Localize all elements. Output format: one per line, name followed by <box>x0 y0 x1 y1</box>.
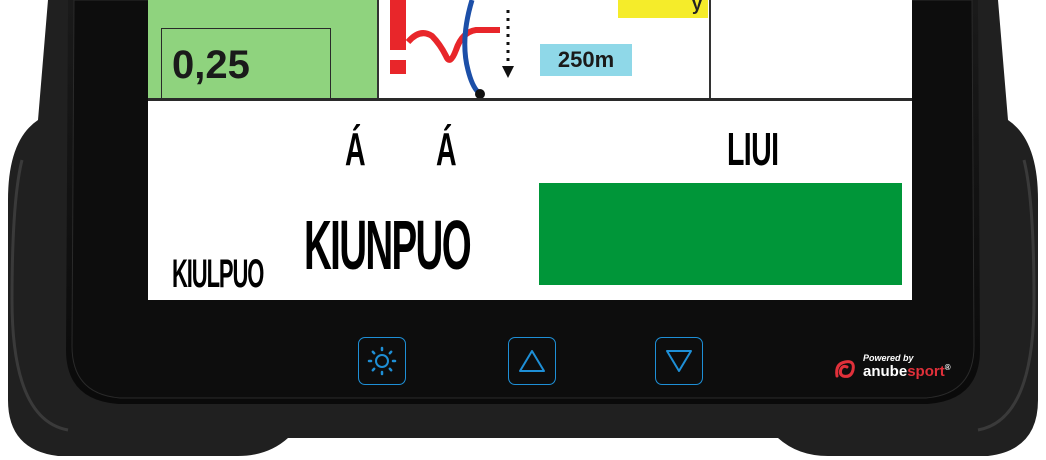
label-small-value: KIULPUO <box>172 252 264 296</box>
brightness-icon <box>367 346 397 376</box>
brand-powered-by: Powered by <box>863 353 914 363</box>
yellow-tag-text: y <box>691 0 702 14</box>
down-button[interactable] <box>655 337 703 385</box>
up-button[interactable] <box>508 337 556 385</box>
brand-name: anubesport® <box>863 363 951 380</box>
brand-name-part1: anube <box>863 363 908 380</box>
label-a-2: Á <box>436 123 457 175</box>
brand-registered-mark: ® <box>944 363 951 372</box>
brand-name-part2: sport <box>907 363 945 380</box>
arrow-down-icon <box>502 66 514 78</box>
label-large-value: KIUNPUO <box>304 206 472 284</box>
route-line <box>462 0 480 94</box>
warning-exclamation-icon <box>390 0 406 50</box>
grid-divider <box>377 0 379 100</box>
triangle-down-icon <box>666 350 692 372</box>
section-divider <box>148 98 912 101</box>
triangle-up-icon <box>519 350 545 372</box>
distance-badge: 250m <box>540 44 632 76</box>
anubesport-logo-icon <box>835 360 855 378</box>
brightness-button[interactable] <box>358 337 406 385</box>
yellow-tag: y <box>618 0 708 18</box>
value-readout: 0,25 <box>161 28 331 100</box>
status-bar <box>539 183 902 285</box>
label-a-1: Á <box>345 123 366 175</box>
label-liui: LIUI <box>727 123 779 175</box>
display-screen: 0,25 250m y Á Á LIUI KIUNPUO KIULPUO <box>148 0 912 300</box>
